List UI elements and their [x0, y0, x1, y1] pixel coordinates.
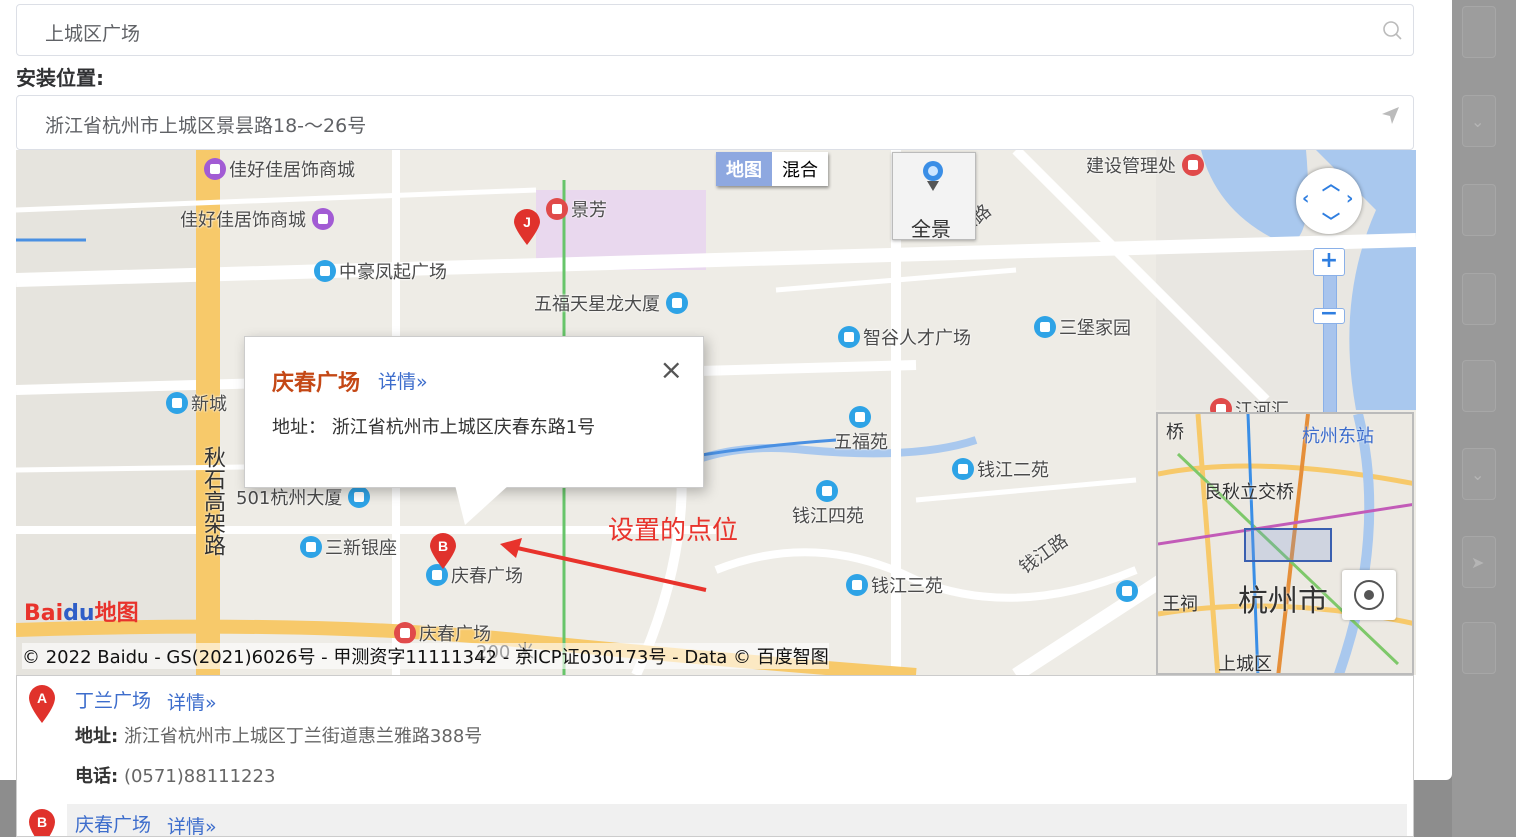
poi-label[interactable] [1116, 580, 1141, 602]
send-icon: ➤ [1471, 553, 1485, 572]
metro-icon [394, 622, 416, 644]
list-item[interactable]: A 丁兰广场 详情» 地址: 浙江省杭州市上城区丁兰街道惠兰雅路388号 电话:… [17, 676, 1413, 802]
install-location-label: 安装位置: [16, 66, 104, 90]
building-icon [848, 406, 871, 428]
panorama-button[interactable]: 全景 [892, 152, 976, 241]
send-icon[interactable] [1379, 104, 1401, 126]
building-icon [300, 536, 322, 558]
poi-label[interactable]: 五福天星龙大厦 [534, 290, 691, 316]
poi-label[interactable]: 五福苑 [834, 406, 888, 454]
road-label: 秋石高架路 [200, 446, 225, 556]
list-item[interactable]: B 庆春广场 详情» [17, 804, 1413, 836]
search-results: A 丁兰广场 详情» 地址: 浙江省杭州市上城区丁兰街道惠兰雅路388号 电话:… [16, 675, 1414, 837]
search-value: 上城区广场 [45, 23, 141, 45]
locate-button[interactable] [1342, 570, 1396, 620]
poi-label[interactable]: 钱江四苑 [792, 480, 864, 528]
building-icon [666, 292, 688, 314]
panorama-icon [923, 161, 943, 191]
poi-label[interactable]: 建设管理处 [1086, 152, 1207, 178]
info-window-address: 地址： 浙江省杭州市上城区庆春东路1号 [272, 417, 596, 438]
svg-text:B: B [37, 814, 47, 830]
map-copyright: © 2022 Baidu - GS(2021)6026号 - 甲测资字11111… [22, 643, 829, 669]
location-dialog: 上城区广场 安装位置: 浙江省杭州市上城区景昙路18-～26号 佳好佳居饰商城 … [0, 0, 1452, 837]
close-icon[interactable]: × [660, 353, 683, 386]
backdrop-field [1462, 273, 1496, 325]
address-value: 浙江省杭州市上城区景昙路18-～26号 [45, 115, 367, 137]
building-icon [166, 392, 188, 414]
mall-icon [312, 208, 334, 230]
locate-icon [1354, 580, 1384, 610]
info-window-tail [455, 485, 509, 525]
result-marker-a: A [29, 685, 55, 723]
poi-label[interactable]: 三新银座 [300, 534, 397, 560]
building-icon [1116, 580, 1138, 602]
pan-control[interactable]: ︿ ﹀ ‹ › [1296, 168, 1362, 234]
building-icon [815, 480, 838, 502]
backdrop-field [1462, 622, 1496, 674]
metro-icon [546, 198, 568, 220]
poi-label[interactable]: 中豪凤起广场 [314, 258, 447, 284]
backdrop-field [1462, 360, 1496, 412]
backdrop-field [1462, 184, 1496, 236]
info-window-title: 庆春广场 [272, 371, 361, 396]
government-icon [1182, 154, 1204, 176]
result-marker-b: B [29, 809, 55, 836]
poi-label[interactable]: 钱江二苑 [952, 456, 1049, 482]
poi-label[interactable]: 佳好佳居饰商城 [204, 156, 355, 182]
backdrop-field [1462, 6, 1496, 58]
chevron-down-icon: ⌄ [1471, 112, 1485, 131]
map-type-map-button[interactable]: 地图 [716, 152, 772, 186]
search-input[interactable]: 上城区广场 [16, 4, 1414, 56]
map-marker-b[interactable]: B [428, 532, 458, 570]
result-detail-link[interactable]: 详情» [167, 688, 217, 715]
building-icon [314, 260, 336, 282]
info-window-detail-link[interactable]: 详情» [378, 367, 428, 394]
pan-down-icon[interactable]: ﹀ [1322, 208, 1340, 234]
info-window: 庆春广场 详情» × 地址： 浙江省杭州市上城区庆春东路1号 [244, 336, 704, 525]
svg-text:J: J [523, 214, 531, 230]
result-name[interactable]: 丁兰广场 [75, 686, 151, 713]
backdrop-right: ⌄ ⌄ ➤ [1452, 0, 1516, 837]
map-type-hybrid-button[interactable]: 混合 [772, 152, 828, 186]
result-address: 地址: 浙江省杭州市上城区丁兰街道惠兰雅路388号 [75, 726, 483, 747]
zoom-in-button[interactable]: + [1313, 248, 1345, 276]
building-icon [348, 486, 371, 508]
result-phone: 电话: (0571)88111223 [75, 766, 276, 787]
svg-text:A: A [37, 690, 47, 706]
backdrop-field: ⌄ [1462, 448, 1496, 500]
address-input[interactable]: 浙江省杭州市上城区景昙路18-～26号 [16, 95, 1414, 150]
poi-label[interactable]: 佳好佳居饰商城 [180, 206, 337, 232]
overview-city-label: 杭州市 [1238, 584, 1328, 619]
result-detail-link[interactable]: 详情» [167, 812, 217, 836]
annotation-text: 设置的点位 [608, 516, 739, 546]
backdrop-field: ⌄ [1462, 95, 1496, 147]
pan-left-icon[interactable]: ‹ [1302, 188, 1309, 209]
svg-text:B: B [438, 538, 448, 554]
baidu-map[interactable]: 佳好佳居饰商城 佳好佳居饰商城 中豪凤起广场 景芳 五福天星龙大厦 智谷人才广场… [16, 150, 1416, 675]
overview-map[interactable]: 艮秋立交桥 杭州东站 王祠 上城区 桥 杭州市 [1156, 412, 1414, 675]
baidu-logo: Baidu地图 [24, 601, 139, 626]
building-icon [846, 574, 868, 596]
building-icon [952, 458, 974, 480]
zoom-handle[interactable]: − [1313, 303, 1345, 325]
poi-label[interactable]: 新城 [166, 390, 227, 416]
poi-label[interactable]: 景芳 [546, 196, 607, 222]
overview-viewport[interactable] [1244, 528, 1332, 562]
map-type-switch: 地图 混合 [716, 152, 828, 186]
poi-label[interactable]: 智谷人才广场 [838, 324, 971, 350]
result-name[interactable]: 庆春广场 [75, 810, 151, 836]
poi-label[interactable]: 钱江三苑 [846, 572, 943, 598]
pan-up-icon[interactable]: ︿ [1322, 170, 1340, 196]
backdrop-field: ➤ [1462, 536, 1496, 588]
poi-label[interactable]: 三堡家园 [1034, 314, 1131, 340]
building-icon [1034, 316, 1056, 338]
pan-right-icon[interactable]: › [1346, 188, 1353, 209]
search-icon[interactable] [1381, 19, 1403, 41]
chevron-down-icon: ⌄ [1471, 465, 1485, 484]
mall-icon [204, 158, 226, 180]
map-marker-j[interactable]: J [512, 208, 542, 246]
building-icon [838, 326, 860, 348]
